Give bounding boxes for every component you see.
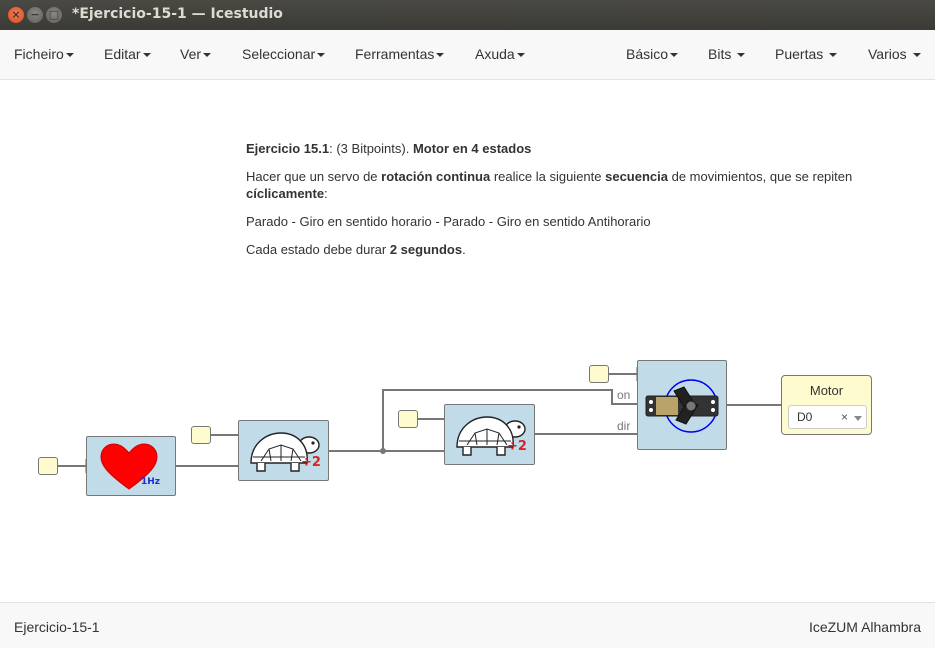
menu-puertas[interactable]: Puertas bbox=[775, 46, 838, 62]
menu-label: Bits bbox=[708, 46, 732, 62]
output-name: Motor bbox=[809, 383, 844, 398]
menu-ver[interactable]: Ver bbox=[180, 46, 212, 62]
info-bold: 2 segundos bbox=[389, 242, 463, 257]
info-bold: Motor en 4 estados bbox=[412, 141, 532, 156]
window-maximize-button[interactable]: □ bbox=[46, 7, 62, 23]
info-text: Cada estado debe durar bbox=[246, 242, 390, 257]
divider-block-1[interactable]: ÷2 bbox=[238, 420, 329, 481]
menu-label: Puertas bbox=[775, 46, 824, 62]
info-bold: secuencia bbox=[605, 169, 668, 184]
servo-icon bbox=[645, 379, 719, 433]
info-line-3: Parado - Giro en sentido horario - Parad… bbox=[246, 214, 651, 229]
info-text: Hacer que un servo de bbox=[246, 169, 382, 184]
caret-down-icon bbox=[65, 53, 74, 58]
wire-label-on: on bbox=[617, 388, 631, 402]
menu-label: Seleccionar bbox=[242, 46, 316, 62]
menu-label: Editar bbox=[104, 46, 141, 62]
turtle-icon bbox=[250, 432, 320, 472]
menu-axuda[interactable]: Axuda bbox=[475, 46, 525, 62]
clear-icon[interactable]: × bbox=[841, 410, 848, 424]
caret-down-icon bbox=[203, 53, 212, 58]
caret-down-icon bbox=[317, 53, 326, 58]
frequency-label: 1Hz bbox=[141, 477, 161, 487]
info-line-1: Ejercicio 15.1: (3 Bitpoints). Motor en … bbox=[246, 140, 852, 157]
caret-down-icon bbox=[516, 53, 525, 58]
caret-down-icon bbox=[436, 53, 445, 58]
menu-basico[interactable]: Básico bbox=[626, 46, 679, 62]
caret-down-icon bbox=[829, 53, 838, 58]
caret-down-icon bbox=[142, 53, 151, 58]
divide-label: ÷2 bbox=[301, 455, 321, 470]
menu-ferramentas[interactable]: Ferramentas bbox=[355, 46, 445, 62]
info-text: realice la siguiente bbox=[490, 169, 606, 184]
info-bold: rotación continua bbox=[381, 169, 491, 184]
board-name[interactable]: IceZUM Alhambra bbox=[809, 619, 921, 635]
heartbeat-block[interactable]: 1Hz bbox=[86, 436, 176, 496]
menu-editar[interactable]: Editar bbox=[104, 46, 151, 62]
menu-bits[interactable]: Bits bbox=[708, 46, 746, 62]
menu-ficheiro[interactable]: Ficheiro bbox=[14, 46, 74, 62]
info-text: de movimientos, que se repiten bbox=[667, 169, 853, 184]
info-bold: Ejercicio 15.1 bbox=[246, 141, 330, 156]
info-text: : (3 Bitpoints). bbox=[329, 141, 413, 156]
div2-input-port[interactable] bbox=[398, 410, 418, 428]
servo-motor-block[interactable] bbox=[637, 360, 727, 450]
menu-label: Ferramentas bbox=[355, 46, 435, 62]
maximize-icon: □ bbox=[48, 8, 60, 21]
info-line-2: Hacer que un servo de rotación continua … bbox=[246, 168, 852, 202]
menu-label: Varios bbox=[868, 46, 907, 62]
div1-input-port[interactable] bbox=[191, 426, 211, 444]
info-line-4: Cada estado debe durar 2 segundos. bbox=[246, 241, 852, 258]
pin-select[interactable]: D0 × bbox=[788, 405, 867, 429]
caret-down-icon bbox=[737, 53, 746, 58]
info-text: : bbox=[324, 186, 328, 201]
project-name: Ejercicio-15-1 bbox=[14, 619, 100, 635]
divide-label: ÷2 bbox=[507, 439, 527, 454]
menu-label: Ficheiro bbox=[14, 46, 64, 62]
output-block-motor[interactable]: Motor D0 × bbox=[781, 375, 872, 435]
heart-icon bbox=[100, 443, 158, 490]
caret-down-icon bbox=[670, 53, 679, 58]
menu-bar: Ficheiro Editar Ver Seleccionar Ferramen… bbox=[0, 30, 935, 80]
info-bold: cíclicamente bbox=[246, 186, 325, 201]
window-title: *Ejercicio-15-1 — Icestudio bbox=[72, 6, 283, 22]
window-minimize-button[interactable]: − bbox=[27, 7, 43, 23]
menu-label: Axuda bbox=[475, 46, 515, 62]
info-block[interactable]: Ejercicio 15.1: (3 Bitpoints). Motor en … bbox=[246, 140, 852, 269]
dropdown-caret-icon[interactable] bbox=[854, 416, 862, 421]
menu-seleccionar[interactable]: Seleccionar bbox=[242, 46, 326, 62]
menu-varios[interactable]: Varios bbox=[868, 46, 921, 62]
turtle-icon bbox=[456, 416, 526, 456]
caret-down-icon bbox=[912, 53, 921, 58]
menu-label: Ver bbox=[180, 46, 202, 62]
status-bar: Ejercicio-15-1 IceZUM Alhambra bbox=[0, 602, 935, 648]
motor-input-port[interactable] bbox=[589, 365, 609, 383]
menu-label: Básico bbox=[626, 46, 669, 62]
clock-input-port[interactable] bbox=[38, 457, 58, 475]
window-close-button[interactable]: × bbox=[8, 7, 24, 23]
close-icon: × bbox=[11, 8, 21, 21]
title-bar: × − □ *Ejercicio-15-1 — Icestudio bbox=[0, 0, 935, 30]
minimize-icon: − bbox=[30, 8, 40, 21]
divider-block-2[interactable]: ÷2 bbox=[444, 404, 535, 465]
pin-value: D0 bbox=[797, 410, 813, 424]
wire-label-dir: dir bbox=[617, 419, 631, 433]
info-text: . bbox=[462, 242, 466, 257]
